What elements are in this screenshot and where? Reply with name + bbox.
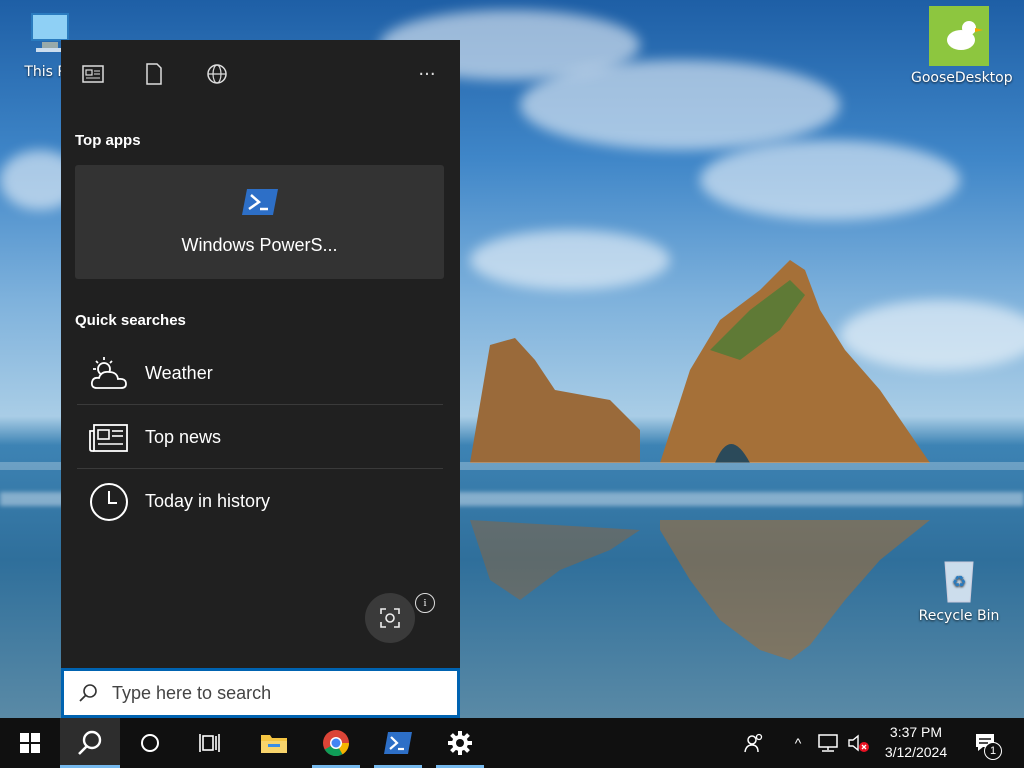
people-icon: [744, 733, 763, 753]
people-button[interactable]: [738, 718, 770, 768]
clock[interactable]: 3:37 PM 3/12/2024: [872, 722, 960, 762]
info-button[interactable]: i: [415, 593, 435, 613]
network-icon: [818, 734, 838, 752]
news-icon[interactable]: [81, 62, 105, 86]
divider: [77, 468, 443, 469]
show-hidden-icons-button[interactable]: ^: [786, 718, 810, 768]
svg-text:♻: ♻: [952, 572, 966, 591]
quick-search-weather[interactable]: Weather: [77, 342, 443, 405]
visual-search-button[interactable]: [365, 593, 415, 643]
goose-desktop-icon[interactable]: GooseDesktop: [911, 6, 1013, 86]
search-icon: [78, 730, 102, 755]
quick-searches-title: Quick searches: [75, 312, 186, 329]
top-app-powershell-tile[interactable]: Windows PowerS...: [75, 165, 444, 279]
cortana-icon: [141, 734, 159, 752]
today-in-history-label: Today in history: [145, 491, 271, 511]
action-center-button[interactable]: 1: [966, 718, 1006, 768]
search-input[interactable]: [110, 681, 414, 705]
lens-icon: [380, 608, 400, 628]
notification-count-badge: 1: [984, 742, 1002, 760]
volume-button[interactable]: [844, 718, 872, 768]
top-news-label: Top news: [145, 427, 222, 447]
search-panel: ··· Top apps Windows PowerS... Quick sea…: [61, 40, 460, 668]
more-icon[interactable]: ···: [415, 62, 439, 86]
weather-label: Weather: [145, 363, 213, 383]
powershell-taskbar-button[interactable]: [368, 718, 428, 768]
powershell-icon: [384, 732, 412, 754]
task-view-icon: [199, 734, 220, 752]
search-box: [61, 668, 460, 718]
powershell-icon: [241, 187, 279, 217]
document-icon[interactable]: [142, 62, 166, 86]
network-button[interactable]: [814, 718, 842, 768]
chrome-button[interactable]: [306, 718, 366, 768]
file-explorer-button[interactable]: [244, 718, 304, 768]
clock-date: 3/12/2024: [884, 744, 948, 760]
recycle-bin-label: Recycle Bin: [918, 608, 1000, 624]
search-icon: [78, 683, 98, 703]
goose-icon: [929, 6, 989, 66]
weather-icon: [89, 354, 129, 394]
goose-desktop-label: GooseDesktop: [911, 70, 1013, 86]
divider: [77, 404, 443, 405]
rock-formation: [470, 260, 930, 660]
start-icon: [20, 733, 40, 753]
clock-icon: [89, 482, 129, 522]
start-button[interactable]: [0, 718, 60, 768]
file-explorer-icon: [261, 735, 287, 753]
taskbar: ^ 3:37 PM 3/12/2024 1: [0, 718, 1024, 768]
chrome-icon: [323, 730, 350, 757]
search-taskbar-button[interactable]: [60, 718, 120, 768]
newspaper-icon: [89, 418, 129, 458]
clock-time: 3:37 PM: [889, 724, 943, 740]
web-icon[interactable]: [205, 62, 229, 86]
recycle-bin-icon: ♻: [935, 554, 983, 604]
recycle-bin-desktop-icon[interactable]: ♻ Recycle Bin: [911, 554, 1007, 624]
settings-button[interactable]: [430, 718, 490, 768]
quick-search-today-in-history[interactable]: Today in history: [77, 470, 443, 533]
cortana-button[interactable]: [120, 718, 180, 768]
top-app-label: Windows PowerS...: [181, 235, 338, 255]
top-apps-title: Top apps: [75, 132, 141, 149]
task-view-button[interactable]: [180, 718, 240, 768]
chevron-up-icon: ^: [794, 735, 802, 751]
volume-muted-icon: [848, 734, 869, 752]
quick-search-top-news[interactable]: Top news: [77, 406, 443, 469]
settings-icon: [448, 731, 472, 755]
